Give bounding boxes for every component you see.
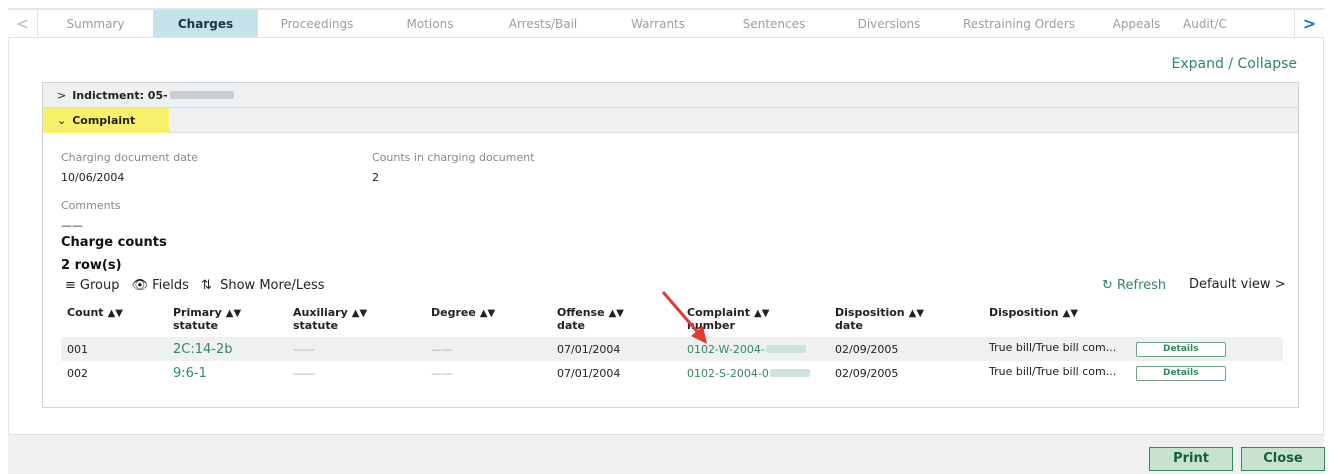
tab-appeals[interactable]: Appeals [1094,10,1179,37]
col-auxiliary-statute[interactable]: Auxiliary ▲▼ statute [287,307,425,337]
sort-icon: ▲▼ [608,308,624,319]
show-more-less-control[interactable]: ⇅ Show More/Less [201,278,328,293]
eye-off-icon: 👁 [131,278,149,293]
comments-label: Comments [61,199,121,212]
tab-arrests-bail[interactable]: Arrests/Bail [484,10,602,37]
tab-charges[interactable]: Charges [153,10,258,37]
cell-degree: —— [431,366,453,380]
tab-diversions[interactable]: Diversions [834,10,944,37]
charge-counts-heading: Charge counts [61,235,167,250]
table-row: 002 9:6-1 —— —— 07/01/2004 0102-S-2004-0… [61,361,1283,385]
redacted-text [769,368,810,377]
cell-complaint-number[interactable]: 0102-S-2004-0 [681,361,829,385]
col-disposition[interactable]: Disposition ▲▼ [983,307,1283,337]
cell-auxiliary-statute: —— [287,337,425,361]
tabs-scroll-right-icon[interactable]: > [1294,10,1324,37]
charging-document-date-label: Charging document date [61,151,199,164]
close-button[interactable]: Close [1241,447,1325,471]
cell-auxiliary-statute: —— [293,366,315,380]
details-button[interactable]: Details [1135,342,1226,357]
sort-arrows-icon: ⇅ [201,278,212,293]
tabs-scroll-left-icon[interactable]: < [8,10,38,37]
counts-in-charging-document: Counts in charging document 2 [372,151,535,184]
cell-primary-statute[interactable]: 2C:14-2b [167,337,287,361]
footer-bar [8,434,1324,474]
sort-icon: ▲▼ [107,308,123,319]
tab-summary[interactable]: Summary [38,10,153,37]
comments-value: —— [61,219,83,232]
tab-proceedings[interactable]: Proceedings [258,10,376,37]
cell-disposition: True bill/True bill com... Details [983,361,1283,385]
charges-panel: Expand / Collapse > Indictment: 05- ⌄ Co… [8,38,1324,434]
cell-disposition-date: 02/09/2005 [829,337,983,361]
cell-count: 002 [67,366,88,380]
menu-icon: ≡ [65,278,76,293]
chevron-right-icon: > [57,88,67,102]
indictment-label: Indictment: 05- [72,88,168,102]
sort-icon: ▲▼ [908,308,925,319]
tab-warrants[interactable]: Warrants [602,10,714,37]
tab-audit[interactable]: Audit/C [1179,10,1234,37]
redacted-text [765,344,806,353]
tabs: Summary Charges Proceedings Motions Arre… [38,10,1294,37]
col-degree[interactable]: Degree ▲▼ [425,307,551,337]
refresh-icon: ↻ [1102,278,1113,293]
sort-icon: ▲▼ [1062,308,1079,319]
complaint-label: Complaint [72,113,136,127]
charging-document-date-value: 10/06/2004 [61,171,125,184]
table-toolbar: ≡ Group 👁 Fields ⇅ Show More/Less [65,278,332,293]
cell-offense-date: 07/01/2004 [557,366,621,380]
sort-icon: ▲▼ [754,308,770,319]
indictment-section-header[interactable]: > Indictment: 05- [43,83,1298,108]
charges-box: > Indictment: 05- ⌄ Complaint Charging d… [42,82,1299,408]
tab-motions[interactable]: Motions [376,10,484,37]
charging-document-date: Charging document date 10/06/2004 [61,151,198,184]
complaint-highlight: ⌄ Complaint [43,107,170,133]
tab-bar: < Summary Charges Proceedings Motions Ar… [8,8,1324,38]
sort-icon: ▲▼ [225,308,242,319]
cell-count: 001 [61,337,167,361]
rows-count: 2 row(s) [61,258,122,273]
fields-control[interactable]: 👁 Fields [132,278,193,293]
chevron-down-icon: ⌄ [57,113,67,127]
col-primary-statute[interactable]: Primary ▲▼ statute [167,307,287,337]
col-disposition-date[interactable]: Disposition ▲▼ date [829,307,983,337]
red-arrow-annotation [661,291,707,344]
cell-primary-statute[interactable]: 9:6-1 [167,361,287,385]
counts-label: Counts in charging document [372,151,535,164]
cell-disposition: True bill/True bill com... Details [983,337,1283,361]
comments: Comments —— [61,199,121,232]
tab-restraining-orders[interactable]: Restraining Orders [944,10,1094,37]
cell-disposition-date: 02/09/2005 [835,366,899,380]
counts-value: 2 [372,171,379,184]
col-count[interactable]: Count ▲▼ [61,307,167,337]
cell-degree: —— [425,337,551,361]
sort-icon: ▲▼ [351,308,368,319]
print-button[interactable]: Print [1149,447,1233,471]
details-button[interactable]: Details [1135,366,1226,381]
complaint-section-header[interactable]: ⌄ Complaint [43,107,1298,133]
expand-collapse-link[interactable]: Expand / Collapse [1172,56,1297,72]
default-view-button[interactable]: Default view > [1189,277,1286,292]
chevron-right-icon: > [1274,277,1286,292]
tab-sentences[interactable]: Sentences [714,10,834,37]
group-control[interactable]: ≡ Group [65,278,123,293]
sort-icon: ▲▼ [479,308,496,319]
refresh-button[interactable]: ↻ Refresh [1102,278,1166,293]
redacted-text [169,91,234,99]
